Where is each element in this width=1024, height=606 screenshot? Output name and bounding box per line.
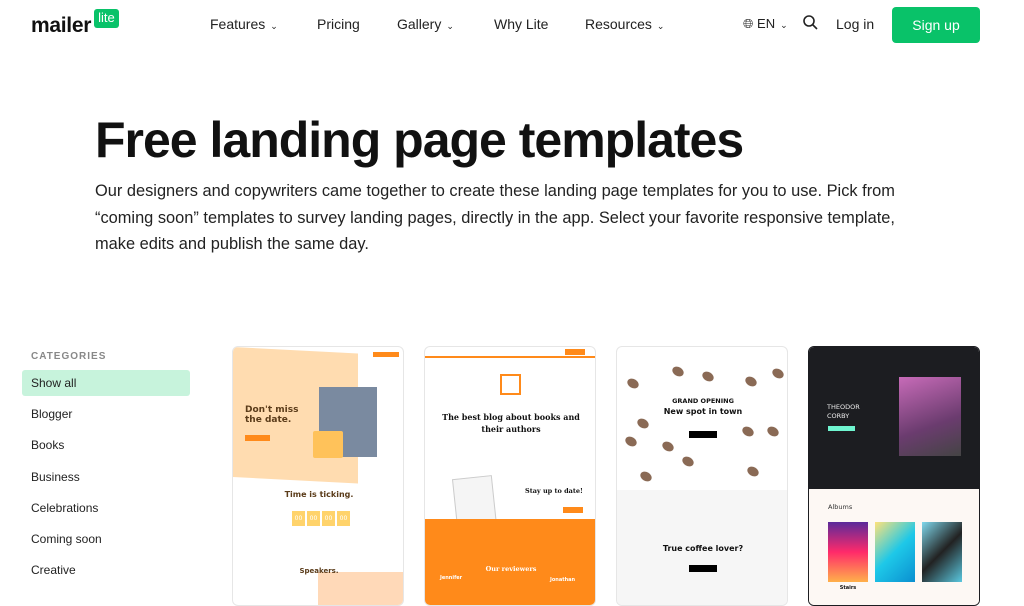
coffee-bean bbox=[635, 416, 651, 431]
category-business[interactable]: Business bbox=[22, 464, 190, 490]
template-kicker: GRAND OPENING bbox=[672, 397, 734, 405]
chevron-down-icon: ⌄ bbox=[270, 21, 278, 31]
chevron-down-icon: ⌄ bbox=[656, 21, 665, 31]
coffee-bean bbox=[770, 366, 786, 381]
nav-why-lite[interactable]: Why Lite bbox=[494, 16, 548, 32]
album-cover bbox=[875, 522, 915, 582]
mailerlite-logo[interactable]: mailer lite bbox=[31, 9, 119, 38]
template-card-event[interactable]: Don't miss the date. Time is ticking. 00… bbox=[232, 346, 404, 606]
calendar-icon bbox=[313, 431, 343, 458]
nav-features[interactable]: Features ⌄ bbox=[210, 16, 278, 32]
coffee-bean bbox=[623, 434, 639, 449]
template-card-books-blog[interactable]: The best blog about books and their auth… bbox=[424, 346, 596, 606]
category-celebrations[interactable]: Celebrations bbox=[22, 495, 190, 521]
nav-resources[interactable]: Resources ⌄ bbox=[585, 16, 664, 32]
category-show-all[interactable]: Show all bbox=[22, 370, 190, 396]
coffee-bean bbox=[740, 424, 756, 439]
nav-gallery[interactable]: Gallery ⌄ bbox=[397, 16, 454, 32]
countdown: 00 00 00 00 bbox=[292, 511, 350, 526]
album-cover bbox=[828, 522, 868, 582]
signup-button[interactable]: Sign up bbox=[892, 7, 980, 43]
login-link[interactable]: Log in bbox=[836, 16, 874, 32]
coffee-bean bbox=[765, 424, 781, 439]
category-creative[interactable]: Creative bbox=[22, 557, 190, 583]
top-nav: mailer lite Features ⌄ Pricing Gallery ⌄ W… bbox=[0, 0, 1024, 50]
chevron-down-icon: ⌄ bbox=[780, 20, 788, 30]
template-sub: True coffee lover? bbox=[662, 544, 744, 553]
template-headline: Don't miss the date. bbox=[245, 405, 299, 425]
chevron-down-icon: ⌄ bbox=[446, 21, 454, 31]
category-blogger[interactable]: Blogger bbox=[22, 401, 190, 427]
coffee-bean bbox=[670, 364, 686, 379]
album-cover bbox=[922, 522, 962, 582]
categories-heading: CATEGORIES bbox=[31, 351, 107, 362]
coffee-beans-image bbox=[617, 347, 787, 489]
coffee-bean bbox=[680, 454, 696, 469]
globe-icon: 🌐︎ bbox=[743, 16, 754, 31]
category-coming-soon[interactable]: Coming soon bbox=[22, 526, 190, 552]
page-description: Our designers and copywriters came toget… bbox=[95, 182, 895, 253]
coffee-bean bbox=[660, 439, 676, 454]
search-icon[interactable] bbox=[803, 15, 818, 33]
template-card-musician[interactable]: THEODOR CORBY Albums Stairs bbox=[808, 346, 980, 606]
coffee-bean bbox=[743, 374, 759, 389]
artist-photo bbox=[899, 377, 961, 456]
coffee-bean bbox=[625, 376, 641, 391]
coffee-bean bbox=[700, 369, 716, 384]
template-card-coffee[interactable]: GRAND OPENING New spot in town True coff… bbox=[616, 346, 788, 606]
coffee-bean bbox=[745, 464, 761, 479]
category-books[interactable]: Books bbox=[22, 432, 190, 458]
coffee-bean bbox=[638, 469, 654, 484]
page-title: Free landing page templates bbox=[95, 112, 744, 168]
blog-logo bbox=[500, 374, 521, 395]
nav-pricing[interactable]: Pricing bbox=[317, 16, 360, 32]
language-selector[interactable]: 🌐︎ EN ⌄ bbox=[743, 16, 788, 32]
